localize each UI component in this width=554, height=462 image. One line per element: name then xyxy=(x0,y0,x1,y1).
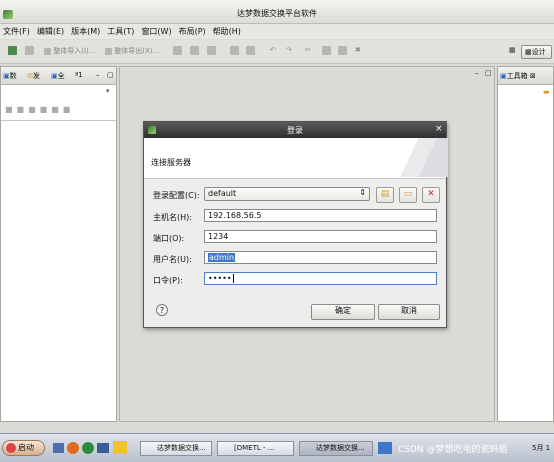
config-label: 登录配置(C): xyxy=(153,191,200,200)
tab-global[interactable]: ▣全 xyxy=(51,71,65,81)
port-label: 端口(O): xyxy=(153,234,185,243)
save-all-icon[interactable] xyxy=(190,46,199,55)
left-panel-header: ▣数 ✉发 ▣全 ª1 – ▢ xyxy=(1,67,116,85)
cut-icon[interactable]: ✂ xyxy=(305,46,311,54)
left-panel-divider xyxy=(1,120,116,121)
banner-text: 连接服务器 xyxy=(151,158,191,167)
minimize-icon[interactable]: – xyxy=(96,71,100,79)
tray-desktop-icon[interactable] xyxy=(378,442,392,454)
tab-toolbox[interactable]: ▣工具箱 ⊠ xyxy=(500,71,536,81)
design-label: 设计 xyxy=(531,48,546,56)
menu-bar: 文件(F) 编辑(E) 版本(M) 工具(T) 窗口(W) 布局(P) 帮助(H) xyxy=(0,24,554,39)
port-input[interactable]: 1234 xyxy=(204,230,437,243)
select-arrows-icon: ⇕ xyxy=(359,188,366,197)
dialog-banner: 连接服务器 xyxy=(144,138,448,179)
design-perspective-button[interactable]: ▦设计 xyxy=(521,45,552,59)
tab-data-label: 数 xyxy=(9,72,17,80)
tray-clock: 5月 1 xyxy=(532,444,551,452)
tab-more[interactable]: ª1 xyxy=(75,71,83,79)
watermark-text: CSDN @梦想吃电的瓷妈姐 xyxy=(398,445,508,455)
editor-minimize-icon[interactable]: – xyxy=(475,69,479,77)
quicklaunch-folder-icon[interactable] xyxy=(53,443,64,453)
left-panel-toolbar: ■■■■■■ xyxy=(5,105,75,114)
quicklaunch-monitor-icon[interactable] xyxy=(97,443,109,453)
undo-icon[interactable]: ↶ xyxy=(270,46,276,54)
help-icon[interactable]: ? xyxy=(156,304,168,316)
password-value: ••••• xyxy=(208,274,232,283)
window-title: 达梦数据交换平台软件 xyxy=(237,9,317,18)
ok-button[interactable]: 确定 xyxy=(311,304,375,320)
export-button[interactable]: 整体导出(X)... xyxy=(105,46,159,56)
login-dialog: 登录 × 连接服务器 登录配置(C): default ⇕ ▤ ▭ ✕ 主机名(… xyxy=(143,121,448,328)
taskbar: 启动 达梦数据交换... [DMETL - ... 达梦数据交换... CSDN… xyxy=(0,433,554,462)
disconnect-icon[interactable] xyxy=(25,46,34,55)
dialog-titlebar: 登录 × xyxy=(144,122,446,138)
text-caret xyxy=(232,274,234,283)
left-panel: ▣数 ✉发 ▣全 ª1 – ▢ ▾ ■■■■■■ xyxy=(0,66,117,422)
quicklaunch-system-icon[interactable] xyxy=(82,442,94,454)
start-button[interactable]: 启动 xyxy=(2,440,45,456)
task-3-label: 达梦数据交换... xyxy=(316,444,365,452)
tab-publish[interactable]: ✉发 xyxy=(27,71,40,81)
main-toolbar: 整体导入(I)... 整体导出(X)... ↶ ↷ ✂ ✖ ▦ ▦设计 xyxy=(0,40,554,64)
import-label: 整体导入(I)... xyxy=(53,47,96,55)
password-label: 口令(P): xyxy=(153,276,183,285)
folder-icon[interactable]: ▬ xyxy=(543,88,550,96)
username-value: admin xyxy=(208,253,236,262)
tab-publish-label: 发 xyxy=(32,72,40,80)
cancel-button[interactable]: 取消 xyxy=(378,304,440,320)
menu-version[interactable]: 版本(M) xyxy=(68,24,104,37)
print-icon[interactable] xyxy=(207,46,216,55)
dialog-title: 登录 xyxy=(287,126,303,135)
start-label: 启动 xyxy=(18,443,34,452)
task-button-3[interactable]: 达梦数据交换... xyxy=(299,441,373,456)
save-icon[interactable] xyxy=(173,46,182,55)
menu-help[interactable]: 帮助(H) xyxy=(210,24,245,37)
menu-window[interactable]: 窗口(W) xyxy=(138,24,175,37)
task-1-label: 达梦数据交换... xyxy=(157,444,206,452)
import-button[interactable]: 整体导入(I)... xyxy=(44,46,95,56)
right-panel-header: ▣工具箱 ⊠ xyxy=(498,67,553,85)
export-label: 整体导出(X)... xyxy=(114,47,160,55)
menu-tools[interactable]: 工具(T) xyxy=(104,24,138,37)
editor-maximize-icon[interactable]: ▢ xyxy=(485,69,492,77)
grid-icon[interactable]: ▦ xyxy=(509,46,516,54)
host-input[interactable]: 192.168.56.5 xyxy=(204,209,437,222)
window-titlebar: 达梦数据交换平台软件 xyxy=(0,0,554,24)
config-select-value: default xyxy=(208,189,237,198)
connect-icon[interactable] xyxy=(8,46,17,55)
paste-icon[interactable] xyxy=(246,46,255,55)
delete-config-button[interactable]: ✕ xyxy=(422,187,440,203)
start-icon xyxy=(6,443,16,453)
edit-config-button[interactable]: ▭ xyxy=(399,187,417,203)
tab-data[interactable]: ▣数 xyxy=(3,71,17,81)
menu-layout[interactable]: 布局(P) xyxy=(176,24,210,37)
host-label: 主机名(H): xyxy=(153,213,192,222)
password-input[interactable]: ••••• xyxy=(204,272,437,285)
maximize-icon[interactable]: ▢ xyxy=(107,71,114,79)
username-label: 用户名(U): xyxy=(153,255,192,264)
banner-graphic xyxy=(392,138,448,177)
paste2-icon[interactable] xyxy=(338,46,347,55)
delete-icon[interactable]: ✖ xyxy=(355,46,361,54)
task-2-label: [DMETL - ... xyxy=(234,444,275,452)
dialog-close-icon[interactable]: × xyxy=(435,124,443,134)
tab-global-label: 全 xyxy=(57,72,65,80)
menu-edit[interactable]: 编辑(E) xyxy=(34,24,68,37)
redo-icon[interactable]: ↷ xyxy=(286,46,292,54)
username-input[interactable]: admin xyxy=(204,251,437,264)
right-panel: ▣工具箱 ⊠ ▬ xyxy=(497,66,554,422)
task-button-2[interactable]: [DMETL - ... xyxy=(217,441,294,456)
view-menu-icon[interactable]: ▾ xyxy=(106,87,110,95)
menu-file[interactable]: 文件(F) xyxy=(0,24,34,37)
task-button-1[interactable]: 达梦数据交换... xyxy=(140,441,212,456)
toolbox-label: 工具箱 xyxy=(506,72,528,80)
new-config-button[interactable]: ▤ xyxy=(376,187,394,203)
quicklaunch-editor-icon[interactable] xyxy=(113,441,127,454)
copy-icon[interactable] xyxy=(230,46,239,55)
clone-icon[interactable] xyxy=(322,46,331,55)
config-select[interactable]: default ⇕ xyxy=(204,187,370,201)
quicklaunch-browser-icon[interactable] xyxy=(67,442,79,454)
